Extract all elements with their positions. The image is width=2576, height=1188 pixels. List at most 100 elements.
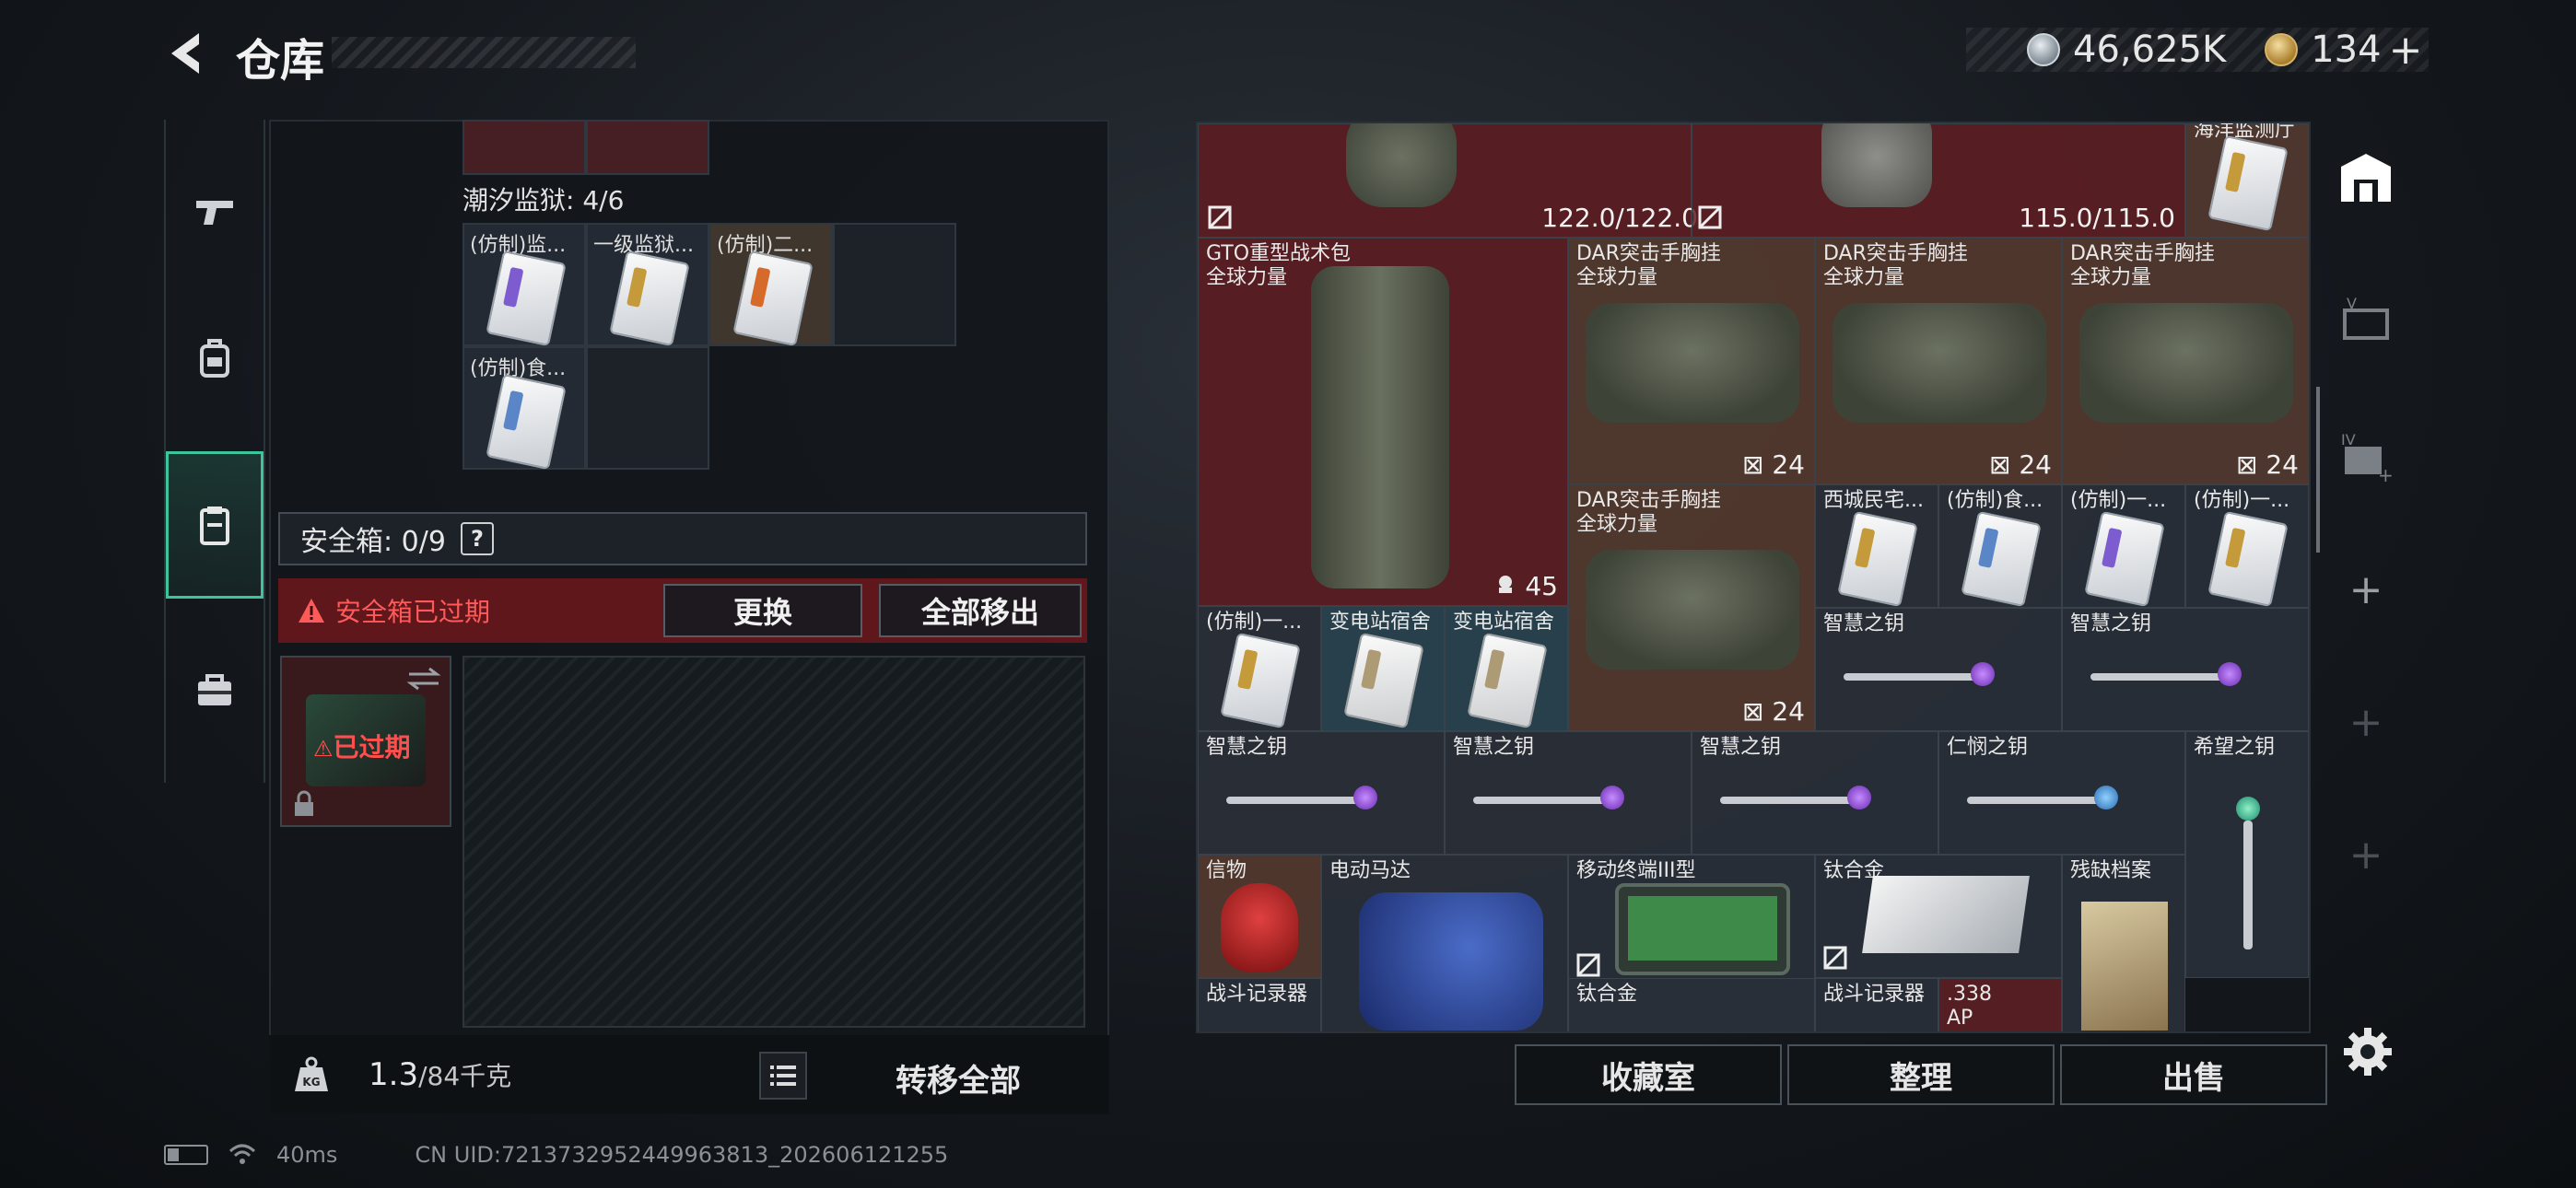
- terminal-icon: [1615, 883, 1790, 975]
- safebox-grid[interactable]: [463, 656, 1085, 1028]
- back-button[interactable]: [162, 28, 214, 79]
- keycard-icon: [2207, 510, 2289, 608]
- safebox-thumbnail[interactable]: ⚠已过期: [280, 656, 451, 827]
- warehouse-icon: [2341, 154, 2391, 202]
- vault-icon: V: [2343, 295, 2389, 340]
- inventory-item[interactable]: (仿制)二...: [709, 223, 833, 347]
- titanium-alloy-item[interactable]: 钛合金: [1815, 855, 2062, 978]
- wisdom-key-item[interactable]: 智慧之钥: [1198, 731, 1445, 855]
- sell-button[interactable]: 出售: [2060, 1044, 2327, 1105]
- nav-weapons[interactable]: [166, 138, 263, 285]
- remove-all-button[interactable]: 全部移出: [879, 584, 1082, 637]
- battle-recorder-item[interactable]: 战斗记录器: [1198, 978, 1321, 1031]
- item-name: DAR突击手胸挂 全球力量: [1823, 242, 1968, 289]
- grid-cell-partial[interactable]: [586, 120, 709, 175]
- dar-chest-rig-item[interactable]: DAR突击手胸挂 全球力量 ⊠ 24: [1568, 484, 1815, 731]
- item-name: 钛合金: [1576, 983, 1638, 1006]
- dar-chest-rig-item[interactable]: DAR突击手胸挂 全球力量 ⊠ 24: [2062, 238, 2309, 484]
- warehouse-grid: 122.0/122.0 115.0/115.0 海洋监测厅 GTO重型战术包 全球…: [1196, 122, 2311, 1033]
- nav-backpack[interactable]: [166, 285, 263, 433]
- add-currency-button[interactable]: +: [2389, 27, 2423, 74]
- keycard-item[interactable]: 海洋监测厅: [2185, 123, 2309, 238]
- battle-recorder-item[interactable]: 战斗记录器: [1815, 978, 1938, 1031]
- archive-icon: [2081, 902, 2168, 1031]
- keycard-item[interactable]: (仿制)一...: [2062, 484, 2185, 608]
- key-icon: [1473, 797, 1611, 804]
- battery-icon: [164, 1145, 208, 1165]
- alloy-icon: [1862, 876, 2030, 953]
- dar-chest-rig-item[interactable]: DAR突击手胸挂 全球力量 ⊠ 24: [1815, 238, 2062, 484]
- replace-button[interactable]: 更换: [663, 584, 862, 637]
- expired-notice: 安全箱已过期: [335, 597, 491, 627]
- chest-rig-image: [1586, 303, 1799, 423]
- transfer-all-button[interactable]: 转移全部: [896, 1055, 1021, 1101]
- silver-coin-icon: [2027, 33, 2060, 66]
- dar-chest-rig-item[interactable]: DAR突击手胸挂 全球力量 ⊠ 24: [1568, 238, 1815, 484]
- add-storage-button[interactable]: +: [2318, 667, 2414, 777]
- item-name: 智慧之钥: [1700, 736, 1782, 759]
- item-name: .338 AP: [1947, 983, 1992, 1030]
- sidebar-v-vault[interactable]: V: [2318, 265, 2414, 376]
- hope-key-item[interactable]: 希望之钥: [2185, 731, 2309, 978]
- mercy-key-item[interactable]: 仁悯之钥: [1938, 731, 2185, 855]
- container-icon: [200, 507, 229, 545]
- currency-bar: 46,625K 134 +: [1966, 27, 2429, 74]
- keycard-icon: [1220, 632, 1301, 729]
- wisdom-key-item[interactable]: 智慧之钥: [1692, 731, 1938, 855]
- backpack-image: [1311, 266, 1449, 588]
- no-insure-icon: [1208, 205, 1232, 229]
- sidebar-warehouse[interactable]: [2318, 123, 2414, 234]
- titanium-alloy-item[interactable]: 钛合金: [1568, 978, 1815, 1031]
- purple-gem-icon: [2218, 662, 2242, 686]
- mask-icon: [1221, 883, 1298, 972]
- add-storage-button[interactable]: +: [2318, 799, 2414, 910]
- svg-text:IV: IV: [2341, 431, 2356, 448]
- wisdom-key-item[interactable]: 智慧之钥: [2062, 608, 2309, 731]
- keycard-item[interactable]: 西城民宅...: [1815, 484, 1938, 608]
- item-name: 变电站宿舍: [1453, 611, 1555, 634]
- help-icon[interactable]: ?: [460, 522, 494, 555]
- key-icon: [1720, 797, 1858, 804]
- empty-slot[interactable]: [586, 346, 709, 470]
- keycard-icon: [1343, 632, 1424, 729]
- weight-readout: 1.3/84千克: [369, 1056, 512, 1093]
- keycard-item[interactable]: 变电站宿舍: [1321, 606, 1445, 731]
- list-view-button[interactable]: [759, 1052, 807, 1100]
- inventory-item[interactable]: (仿制)食...: [463, 346, 586, 471]
- empty-slot[interactable]: [833, 223, 956, 346]
- wisdom-key-item[interactable]: 智慧之钥: [1815, 608, 2062, 731]
- keycard-item[interactable]: (仿制)食...: [1938, 484, 2062, 608]
- keycard-item[interactable]: (仿制)一...: [1198, 606, 1321, 731]
- ammo-item[interactable]: .338 AP: [1938, 978, 2062, 1031]
- warning-icon: [299, 599, 324, 623]
- token-item[interactable]: 信物: [1198, 855, 1321, 978]
- organize-button[interactable]: 整理: [1787, 1044, 2055, 1105]
- nav-container[interactable]: [166, 451, 263, 599]
- item-name: 变电站宿舍: [1329, 611, 1432, 634]
- status-bar: 40ms CN UID:7213732952449963813_20260612…: [164, 1136, 948, 1173]
- item-name: 智慧之钥: [2070, 612, 2152, 635]
- briefcase-icon: [198, 674, 231, 705]
- gear-icon: [2344, 1028, 2392, 1076]
- durability: 115.0/115.0: [2019, 203, 2175, 233]
- keycard-item[interactable]: (仿制)一...: [2185, 484, 2309, 608]
- sidebar-iv-vault[interactable]: IV +: [2318, 402, 2414, 512]
- inventory-item[interactable]: (仿制)监...: [463, 223, 586, 347]
- keycard-item[interactable]: 变电站宿舍: [1445, 606, 1568, 731]
- safebox-label: 安全箱: 0/9: [300, 526, 446, 558]
- armor-item[interactable]: 115.0/115.0: [1692, 123, 2185, 238]
- incomplete-archive-item[interactable]: 残缺档案: [2062, 855, 2185, 1031]
- nav-briefcase[interactable]: [166, 617, 263, 764]
- armor-item[interactable]: 122.0/122.0: [1198, 123, 1698, 238]
- item-label: (仿制)监...: [470, 234, 567, 257]
- wisdom-key-item[interactable]: 智慧之钥: [1445, 731, 1692, 855]
- collection-room-button[interactable]: 收藏室: [1515, 1044, 1782, 1105]
- gto-backpack-item[interactable]: GTO重型战术包 全球力量 45: [1198, 238, 1568, 606]
- settings-button[interactable]: [2340, 1024, 2395, 1079]
- back-arrow-icon: [171, 33, 199, 74]
- inventory-item[interactable]: 一级监狱...: [586, 223, 709, 347]
- grid-cell-partial[interactable]: [463, 120, 586, 175]
- add-storage-button[interactable]: +: [2318, 534, 2414, 645]
- gold-amount: 134: [2311, 29, 2382, 71]
- electric-motor-item[interactable]: 电动马达: [1321, 855, 1568, 1031]
